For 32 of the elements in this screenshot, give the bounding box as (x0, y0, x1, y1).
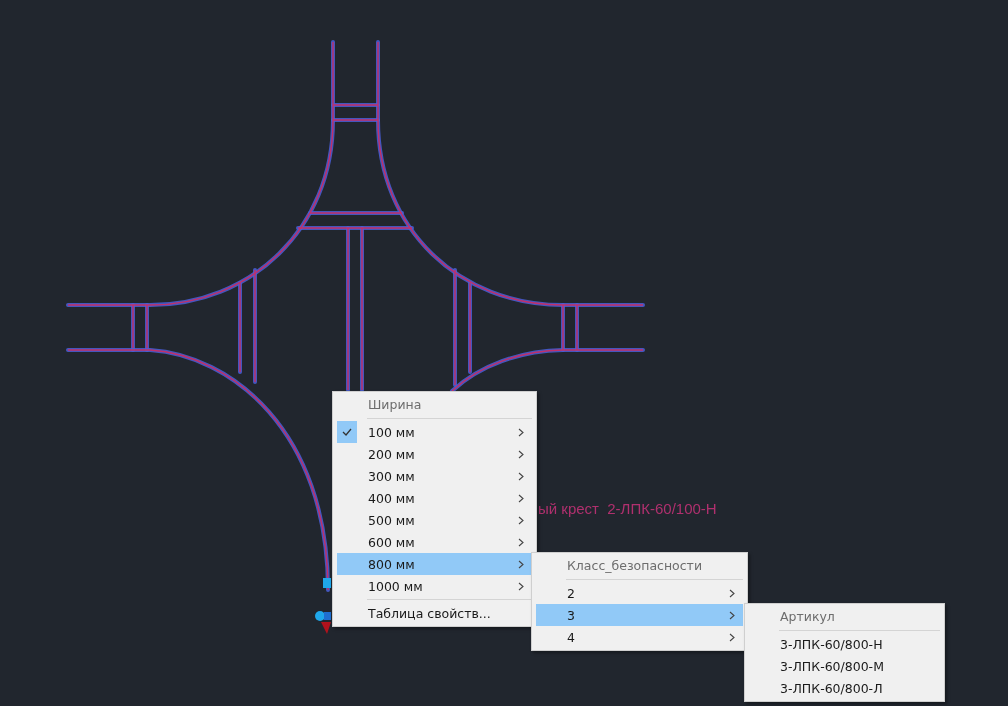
checkmark-icon (337, 421, 357, 443)
grip-markers-drawing (315, 578, 331, 634)
drawing-label: ый крест 2-ЛПК-60/100-Н (538, 500, 717, 517)
menu-header: Класс_безопасности (566, 557, 704, 575)
chevron-right-icon (518, 515, 524, 525)
chevron-right-icon (518, 471, 524, 481)
chevron-right-icon (729, 632, 735, 642)
menu-item[interactable]: 100 мм (337, 421, 532, 443)
menu-item[interactable]: 3-ЛПК-60/800-Н (749, 633, 940, 655)
chevron-right-icon (518, 559, 524, 569)
menu-item[interactable]: 3-ЛПК-60/800-М (749, 655, 940, 677)
menu-header: Ширина (367, 396, 423, 414)
menu-item[interactable]: 400 мм (337, 487, 532, 509)
chevron-right-icon (518, 427, 524, 437)
chevron-right-icon (729, 588, 735, 598)
menu-item[interactable]: 2 (536, 582, 743, 604)
menu-item[interactable]: 200 мм (337, 443, 532, 465)
chevron-right-icon (518, 493, 524, 503)
menu-item[interactable]: 3 (536, 604, 743, 626)
menu-item[interactable]: 300 мм (337, 465, 532, 487)
menu-item[interactable]: 800 мм (337, 553, 532, 575)
menu-header: Артикул (779, 608, 836, 626)
menu-item[interactable]: 1000 мм (337, 575, 532, 597)
chevron-right-icon (518, 537, 524, 547)
chevron-right-icon (518, 581, 524, 591)
menu-item[interactable]: 600 мм (337, 531, 532, 553)
menu-item[interactable]: Таблица свойств... (337, 602, 532, 624)
menu-item[interactable]: 500 мм (337, 509, 532, 531)
chevron-right-icon (729, 610, 735, 620)
menu-item[interactable]: 3-ЛПК-60/800-Л (749, 677, 940, 699)
menu-item[interactable]: 4 (536, 626, 743, 648)
chevron-right-icon (518, 449, 524, 459)
